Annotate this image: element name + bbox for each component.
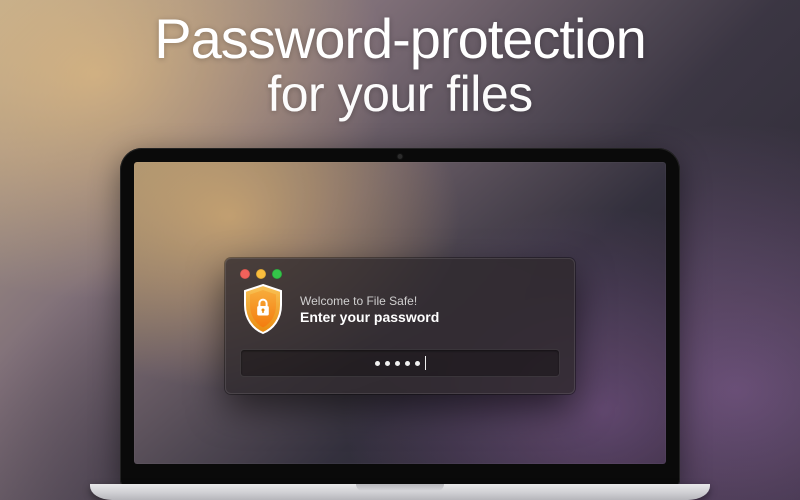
promo-stage: Password-protection for your files	[0, 0, 800, 500]
zoom-icon[interactable]	[272, 269, 282, 279]
text-caret	[425, 356, 426, 370]
camera-dot	[398, 154, 403, 159]
close-icon[interactable]	[240, 269, 250, 279]
shield-lock-icon	[240, 283, 286, 335]
laptop-mockup: Welcome to File Safe! Enter your passwor…	[90, 148, 710, 500]
hero-line-1: Password-protection	[0, 6, 800, 71]
laptop-notch	[356, 484, 444, 491]
welcome-text: Welcome to File Safe!	[300, 294, 439, 308]
dialog-text: Welcome to File Safe! Enter your passwor…	[300, 294, 439, 325]
password-dialog: Welcome to File Safe! Enter your passwor…	[225, 258, 575, 394]
password-mask	[375, 361, 420, 366]
dialog-body: Welcome to File Safe! Enter your passwor…	[240, 283, 560, 335]
laptop-base	[90, 484, 710, 500]
hero-line-2: for your files	[0, 65, 800, 123]
laptop-screen-frame: Welcome to File Safe! Enter your passwor…	[120, 148, 680, 488]
minimize-icon[interactable]	[256, 269, 266, 279]
laptop-display: Welcome to File Safe! Enter your passwor…	[134, 162, 666, 464]
window-traffic-lights	[240, 269, 560, 279]
password-input[interactable]	[240, 349, 560, 377]
prompt-text: Enter your password	[300, 309, 439, 325]
hero-headline: Password-protection for your files	[0, 6, 800, 123]
